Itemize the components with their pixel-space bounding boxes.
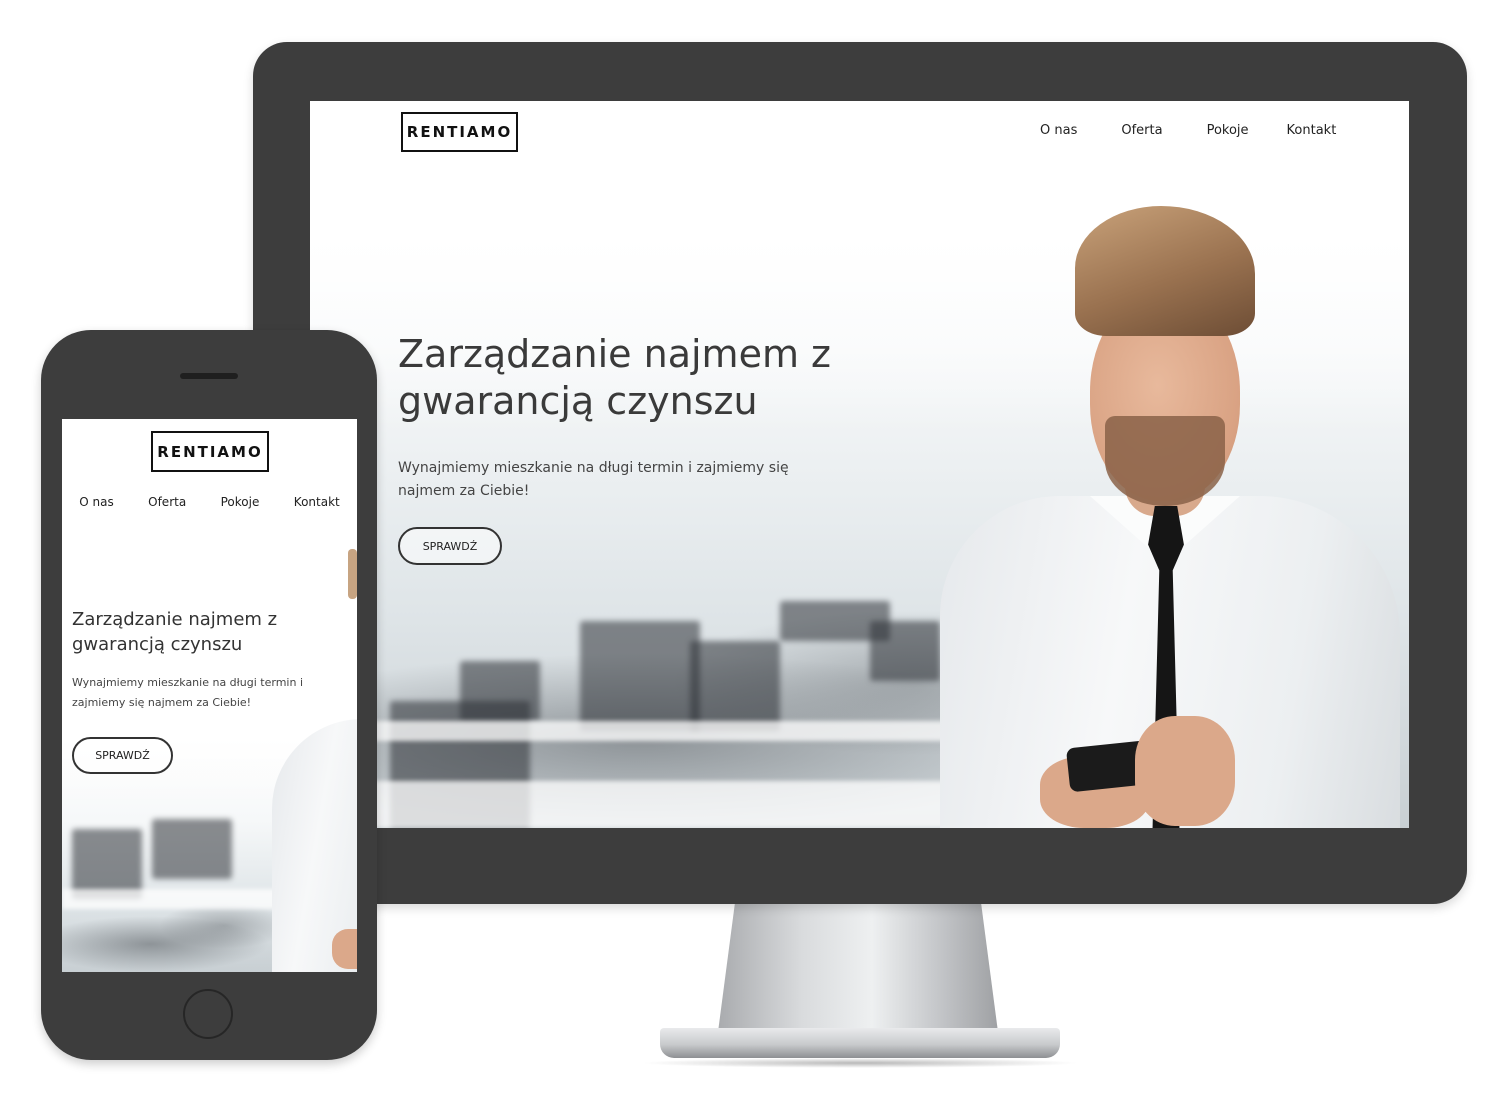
office-desk-shape	[310, 781, 1010, 828]
monitor-stand-shadow	[640, 1058, 1080, 1068]
mobile-person-hair	[348, 549, 357, 599]
person-hair	[1075, 206, 1255, 336]
hero-subtitle: Wynajmiemy mieszkanie na długi termin i …	[398, 460, 789, 499]
mobile-cta-check-label: SPRAWDŹ	[95, 749, 150, 762]
cta-check-label: SPRAWDŹ	[422, 539, 478, 553]
hero-title: Zarządzanie najmem z gwarancją czynszu	[398, 332, 831, 423]
desktop-screen: RENTIAMO O nas Oferta Pokoje Kontakt Zar…	[310, 101, 1409, 828]
mobile-brand-logo-text: RENTIAMO	[157, 442, 263, 461]
office-desk-shape	[62, 889, 302, 909]
mobile-hero-title: Zarządzanie najmem z gwarancją czynszu	[72, 609, 278, 655]
mobile-nav-item-oferta[interactable]: Oferta	[148, 495, 186, 509]
monitor-stand-base	[660, 1028, 1060, 1058]
mobile-nav-item-o-nas[interactable]: O nas	[79, 495, 113, 509]
phone-home-button	[183, 989, 233, 1039]
nav-item-o-nas[interactable]: O nas	[1040, 123, 1077, 138]
cta-check-button[interactable]: SPRAWDŹ	[398, 527, 502, 565]
person-beard	[1105, 416, 1225, 506]
monitor-stand-neck	[718, 904, 998, 1032]
brand-logo[interactable]: RENTIAMO	[401, 112, 518, 152]
mobile-person-hand	[332, 929, 357, 969]
office-monitor-shape	[152, 819, 232, 879]
mobile-hero-subtitle: Wynajmiemy mieszkanie na długi termin i …	[72, 676, 304, 709]
mobile-nav-item-kontakt[interactable]: Kontakt	[294, 495, 340, 509]
nav-item-kontakt[interactable]: Kontakt	[1287, 123, 1337, 138]
phone-speaker-grille	[180, 373, 238, 379]
nav-item-oferta[interactable]: Oferta	[1121, 123, 1162, 138]
office-chair-shape	[580, 621, 700, 731]
mobile-cta-check-button[interactable]: SPRAWDŹ	[72, 737, 173, 774]
main-navigation: O nas Oferta Pokoje Kontakt	[1040, 123, 1336, 138]
mobile-screen: RENTIAMO O nas Oferta Pokoje Kontakt Zar…	[62, 419, 357, 972]
mobile-navigation: O nas Oferta Pokoje Kontakt	[62, 495, 357, 509]
brand-logo-text: RENTIAMO	[406, 123, 513, 141]
mobile-nav-item-pokoje[interactable]: Pokoje	[221, 495, 260, 509]
mobile-brand-logo[interactable]: RENTIAMO	[151, 431, 269, 472]
person-right-hand	[1135, 716, 1235, 826]
hero-person-image	[920, 196, 1409, 828]
office-desk-shape	[370, 721, 970, 741]
office-monitor-shape	[690, 641, 780, 731]
nav-item-pokoje[interactable]: Pokoje	[1207, 123, 1249, 138]
